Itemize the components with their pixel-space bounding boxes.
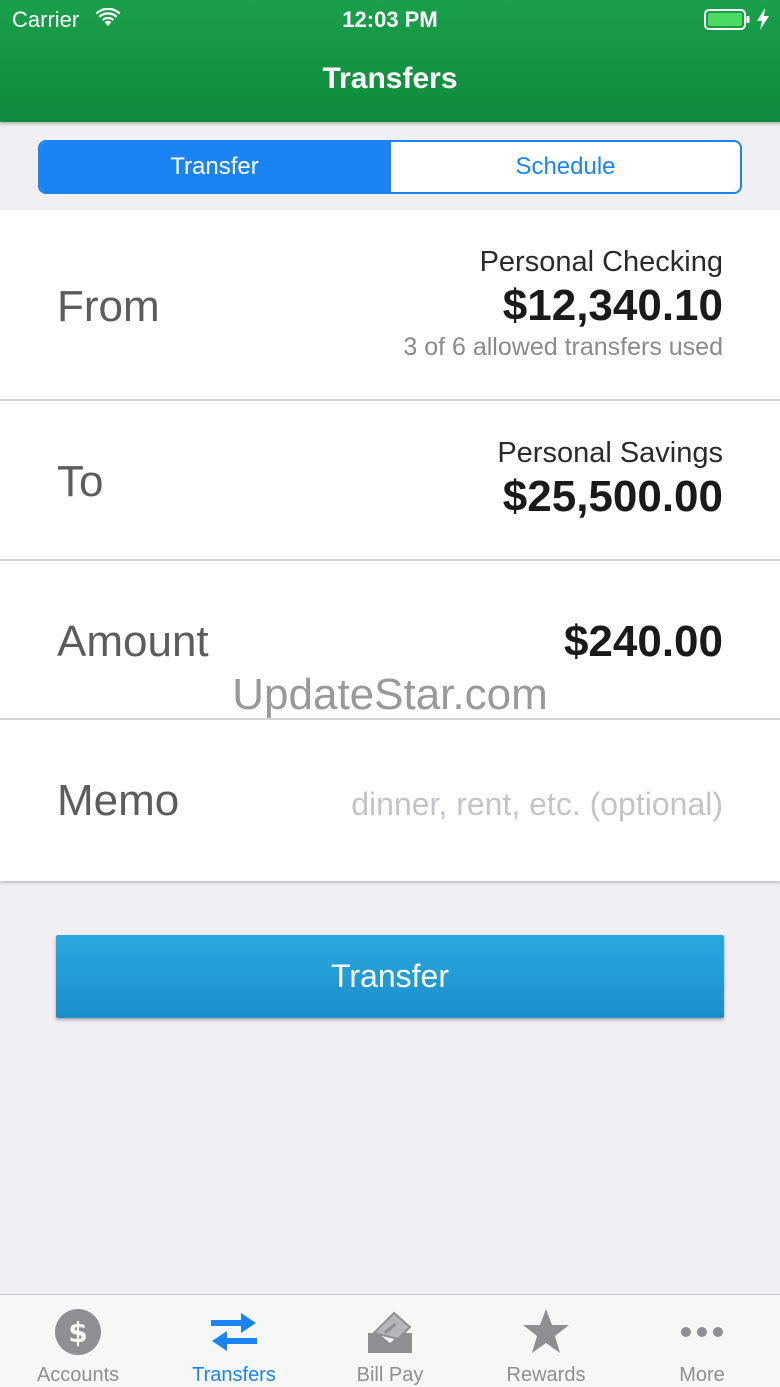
tab-schedule[interactable]: Schedule [389, 142, 740, 192]
amount-label: Amount [57, 617, 209, 666]
app-header: Carrier 12:03 PM Transfers [0, 0, 780, 122]
to-account-name: Personal Savings [497, 437, 723, 469]
tab-transfers-label: Transfers [192, 1364, 276, 1386]
tab-transfers[interactable]: Transfers [156, 1295, 312, 1387]
from-account-row[interactable]: From Personal Checking $12,340.10 3 of 6… [0, 210, 780, 401]
to-account-row[interactable]: To Personal Savings $25,500.00 [0, 401, 780, 561]
tab-rewards[interactable]: Rewards [468, 1295, 624, 1387]
transfer-button[interactable]: Transfer [56, 935, 724, 1018]
dollar-coin-icon: $ [55, 1309, 101, 1355]
ellipsis-icon [681, 1327, 723, 1337]
tab-bill-pay[interactable]: Bill Pay [312, 1295, 468, 1387]
tab-rewards-label: Rewards [506, 1364, 586, 1386]
memo-row[interactable]: Memo dinner, rent, etc. (optional) [0, 720, 780, 881]
charging-bolt-icon [757, 8, 769, 30]
tab-transfer[interactable]: Transfer [40, 142, 389, 192]
from-account-name: Personal Checking [479, 246, 723, 278]
tab-bill-pay-label: Bill Pay [356, 1364, 424, 1386]
from-account-balance: $12,340.10 [502, 281, 723, 330]
bill-envelope-icon [368, 1311, 412, 1353]
battery-icon [704, 9, 750, 30]
transfer-mode-segmented-control: Transfer Schedule [38, 140, 742, 194]
transfer-limit-note: 3 of 6 allowed transfers used [403, 333, 723, 361]
from-label: From [57, 282, 160, 331]
memo-input[interactable]: dinner, rent, etc. (optional) [351, 786, 723, 823]
amount-row[interactable]: Amount $240.00 [0, 561, 780, 720]
status-time: 12:03 PM [342, 7, 438, 32]
tab-accounts[interactable]: $ Accounts [0, 1295, 156, 1387]
transfer-form: From Personal Checking $12,340.10 3 of 6… [0, 210, 780, 881]
bottom-tab-bar: $ Accounts Transfers Bill Pay Rewards Mo… [0, 1294, 780, 1387]
tab-accounts-label: Accounts [36, 1364, 120, 1386]
page-title: Transfers [322, 62, 458, 95]
tab-more-label: More [679, 1364, 725, 1386]
from-account-details: Personal Checking $12,340.10 3 of 6 allo… [403, 246, 723, 362]
memo-label: Memo [57, 776, 180, 825]
amount-value[interactable]: $240.00 [564, 617, 723, 667]
svg-text:$: $ [68, 1316, 87, 1349]
tab-more[interactable]: More [624, 1295, 780, 1387]
to-account-balance: $25,500.00 [502, 472, 723, 521]
star-icon [523, 1309, 569, 1353]
transfer-arrows-icon [211, 1313, 257, 1351]
to-label: To [57, 457, 104, 506]
to-account-details: Personal Savings $25,500.00 [497, 437, 723, 522]
status-bar: Carrier 12:03 PM [0, 0, 780, 40]
